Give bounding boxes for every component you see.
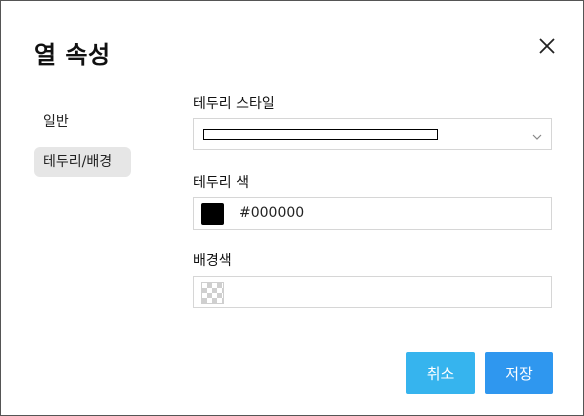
background-color-label: 배경색 <box>193 253 232 269</box>
close-icon[interactable] <box>536 35 558 57</box>
save-button[interactable]: 저장 <box>485 352 553 394</box>
border-color-field[interactable]: #000000 <box>193 197 552 230</box>
background-color-field[interactable] <box>193 276 552 308</box>
column-properties-dialog: 열 속성 일반 테두리/배경 테두리 스타일 테두리 색 #000000 배경색… <box>0 0 584 416</box>
border-style-select[interactable] <box>193 118 552 150</box>
dialog-title: 열 속성 <box>34 41 111 69</box>
chevron-down-icon <box>531 128 543 140</box>
nav-item-general[interactable]: 일반 <box>43 111 69 131</box>
border-color-label: 테두리 색 <box>193 175 249 191</box>
cancel-button[interactable]: 취소 <box>406 352 475 394</box>
nav-item-border-background[interactable]: 테두리/배경 <box>34 147 131 177</box>
transparent-swatch-icon[interactable] <box>201 282 224 304</box>
border-style-label: 테두리 스타일 <box>193 96 275 112</box>
border-style-preview <box>203 129 438 140</box>
border-color-swatch[interactable] <box>201 203 224 225</box>
border-color-hex: #000000 <box>239 205 305 221</box>
